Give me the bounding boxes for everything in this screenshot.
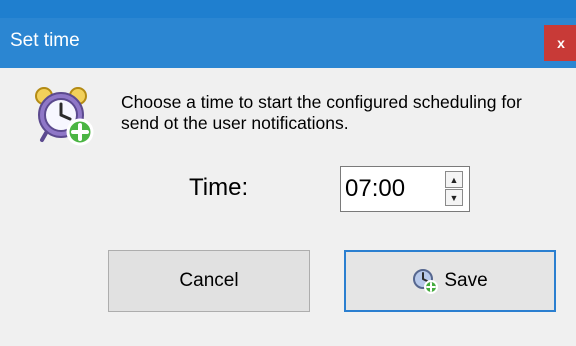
spin-buttons: ▲ ▼ — [445, 171, 463, 207]
save-button[interactable]: Save — [344, 250, 556, 312]
clock-add-icon — [412, 268, 439, 294]
time-label: Time: — [189, 174, 249, 201]
close-button[interactable]: x — [544, 25, 576, 61]
top-strip — [0, 0, 576, 20]
cancel-button-label: Cancel — [179, 270, 239, 291]
window-title: Set time — [10, 30, 80, 51]
dialog-message: Choose a time to start the configured sc… — [121, 92, 522, 133]
down-arrow-icon[interactable]: ▼ — [445, 189, 463, 206]
save-button-label: Save — [444, 270, 488, 291]
cancel-button[interactable]: Cancel — [108, 250, 310, 312]
alarm-clock-add-icon — [32, 84, 96, 148]
up-arrow-icon[interactable]: ▲ — [445, 171, 463, 188]
time-spinner[interactable]: 07:00 ▲ ▼ — [340, 166, 470, 212]
title-bar: Set time x — [0, 18, 576, 68]
time-value[interactable]: 07:00 — [345, 175, 405, 203]
